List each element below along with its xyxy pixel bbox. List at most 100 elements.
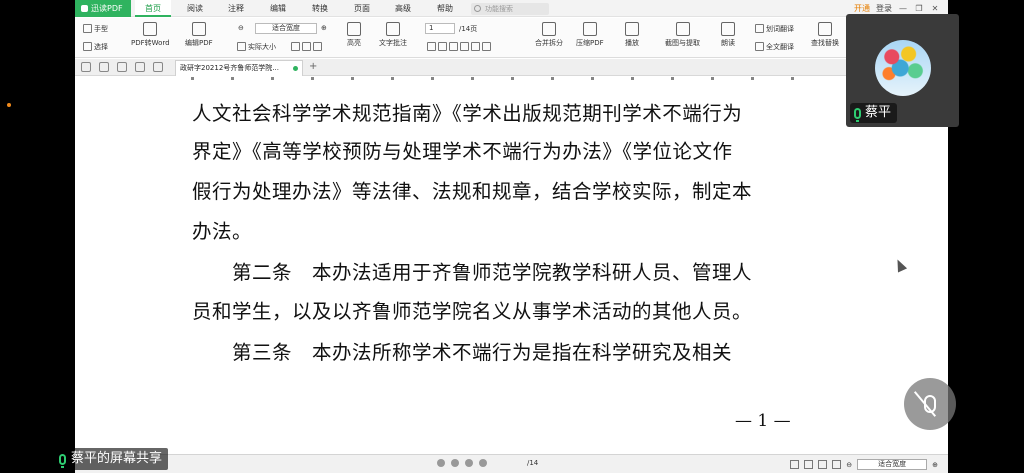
- status-bar: /14 ⊖ 适合宽度 ⊕: [75, 454, 948, 473]
- page-number-footer: — 1 —: [735, 411, 791, 431]
- find-replace-button[interactable]: 查找替换: [811, 22, 839, 48]
- merge-split-button[interactable]: 合并拆分: [535, 22, 563, 48]
- print-icon[interactable]: [81, 62, 91, 72]
- tab-page[interactable]: 页面: [354, 0, 370, 17]
- merge-icon: [542, 22, 556, 36]
- doc-line: 员和学生，以及以齐鲁师范学院名义从事学术活动的其他人员。: [192, 300, 753, 323]
- new-tab-icon[interactable]: +: [309, 61, 317, 72]
- status-right-tools: ⊖ 适合宽度 ⊕: [790, 459, 938, 470]
- app-logo-icon: [81, 5, 88, 12]
- close-icon[interactable]: ✕: [930, 4, 940, 13]
- prev-icon[interactable]: [465, 459, 473, 467]
- select-tool-button[interactable]: 选择: [83, 42, 108, 52]
- cursor-icon: [83, 42, 92, 51]
- zoom-in-icon[interactable]: ⊕: [321, 24, 327, 32]
- hand-icon: [83, 24, 92, 33]
- double-page-icon[interactable]: [804, 460, 814, 469]
- zoom-out-status-icon[interactable]: ⊖: [846, 461, 852, 469]
- text-note-button[interactable]: 文字批注: [379, 22, 407, 48]
- word-icon: [143, 22, 158, 36]
- login-button[interactable]: 登录: [876, 3, 892, 14]
- doc-line: 人文社会科学学术规范指南》《学术出版规范期刊学术不端行为: [192, 102, 743, 125]
- fit-page-icon[interactable]: [291, 42, 324, 51]
- edit-pdf-button[interactable]: 编辑PDF: [185, 22, 213, 48]
- tab-convert[interactable]: 转换: [312, 0, 328, 17]
- actual-size-button[interactable]: 实际大小: [237, 42, 276, 52]
- mic-icon: [854, 107, 861, 122]
- page-layout-icons[interactable]: [427, 42, 493, 51]
- screen-share-label: 蔡平的屏幕共享: [53, 448, 169, 470]
- fullscreen-icon[interactable]: [832, 460, 842, 469]
- feature-search-input[interactable]: 功能搜索: [471, 3, 549, 15]
- zoom-out-icon[interactable]: ⊖: [238, 24, 244, 32]
- actual-size-icon: [237, 42, 246, 51]
- toolbar-ribbon: 手型 选择 PDF转Word 编辑PDF ⊖ 适合宽度 ⊕ 实际大小 高亮 文字…: [75, 18, 948, 58]
- single-page-icon[interactable]: [790, 460, 800, 469]
- tab-help[interactable]: 帮助: [437, 0, 453, 17]
- share-mic-icon: [59, 453, 66, 468]
- doc-line: 界定》《高等学校预防与处理学术不端行为办法》《学位论文作: [192, 140, 733, 163]
- save-icon[interactable]: [99, 62, 109, 72]
- translate-doc-icon: [755, 42, 764, 51]
- text-note-icon: [386, 22, 400, 36]
- tab-advanced[interactable]: 高级: [395, 0, 411, 17]
- page-nav: [437, 459, 487, 467]
- document-tab[interactable]: 政研字20212号齐鲁师范学院...: [175, 60, 303, 76]
- zoom-in-status-icon[interactable]: ⊕: [932, 461, 938, 469]
- tab-home[interactable]: 首页: [135, 0, 171, 17]
- tab-status-dot: [293, 66, 298, 71]
- edit-icon: [191, 22, 206, 36]
- status-page-total: /14: [527, 459, 539, 467]
- pdf-reader-window: 迅读PDF 首页 阅读 注释 编辑 转换 页面 高级 帮助 功能搜索 开通 登录…: [75, 0, 948, 473]
- app-brand[interactable]: 迅读PDF: [75, 0, 131, 17]
- participant-avatar: [875, 40, 931, 96]
- orange-dot: [7, 103, 11, 107]
- home-icon[interactable]: [153, 62, 163, 72]
- minimize-icon[interactable]: —: [898, 4, 908, 13]
- open-vip-button[interactable]: 开通: [854, 3, 870, 14]
- doc-line: 第三条 本办法所称学术不端行为是指在科学研究及相关: [192, 341, 733, 364]
- page-dot-icon[interactable]: [479, 459, 487, 467]
- screenshot-extract-button[interactable]: 截图与提取: [665, 22, 700, 48]
- pdf-to-word-button[interactable]: PDF转Word: [131, 22, 170, 48]
- full-translate-button[interactable]: 全文翻译: [755, 42, 794, 52]
- participant-video-tile[interactable]: 蔡平: [846, 14, 959, 127]
- zoom-mode-select[interactable]: 适合宽度: [255, 23, 317, 34]
- doc-line: 假行为处理办法》等法律、法规和规章，结合学校实际，制定本: [192, 180, 753, 203]
- prev-page-icon[interactable]: [451, 459, 459, 467]
- highlight-button[interactable]: 高亮: [347, 22, 361, 48]
- tab-edit[interactable]: 编辑: [270, 0, 286, 17]
- maximize-icon[interactable]: ❐: [914, 4, 924, 13]
- participant-name-tag: 蔡平: [850, 103, 898, 123]
- search-icon: [474, 5, 481, 12]
- highlighter-icon: [347, 22, 361, 36]
- tab-annotate[interactable]: 注释: [228, 0, 244, 17]
- compress-pdf-button[interactable]: 压缩PDF: [576, 22, 604, 48]
- screenshot-icon: [675, 22, 690, 36]
- read-aloud-button[interactable]: 朗读: [721, 22, 735, 48]
- speaker-icon: [721, 22, 735, 36]
- first-page-icon[interactable]: [437, 459, 445, 467]
- word-translate-button[interactable]: 划词翻译: [755, 24, 794, 34]
- menu-bar: 迅读PDF 首页 阅读 注释 编辑 转换 页面 高级 帮助 功能搜索 开通 登录…: [75, 0, 948, 17]
- mute-button[interactable]: [904, 378, 956, 430]
- doc-line: 办法。: [192, 220, 253, 243]
- hand-tool-button[interactable]: 手型: [83, 24, 108, 34]
- doc-line: 第二条 本办法适用于齐鲁师范学院教学科研人员、管理人: [192, 261, 753, 284]
- quick-access-icons: [81, 62, 163, 72]
- continuous-icon[interactable]: [818, 460, 828, 469]
- document-view[interactable]: 人文社会科学学术规范指南》《学术出版规范期刊学术不端行为 界定》《高等学校预防与…: [75, 77, 948, 454]
- translate-icon: [755, 24, 764, 33]
- document-tab-bar: 政研字20212号齐鲁师范学院... +: [75, 59, 948, 76]
- status-zoom-select[interactable]: 适合宽度: [857, 459, 928, 470]
- play-icon: [625, 22, 639, 36]
- tab-read[interactable]: 阅读: [187, 0, 203, 17]
- page-number-input[interactable]: 1: [425, 23, 455, 34]
- redo-icon[interactable]: [135, 62, 145, 72]
- undo-icon[interactable]: [117, 62, 127, 72]
- find-icon: [818, 22, 832, 36]
- compress-icon: [582, 22, 597, 36]
- cut-off-text-line: [191, 77, 831, 80]
- mouse-cursor-icon: [892, 257, 908, 273]
- play-button[interactable]: 播放: [625, 22, 639, 48]
